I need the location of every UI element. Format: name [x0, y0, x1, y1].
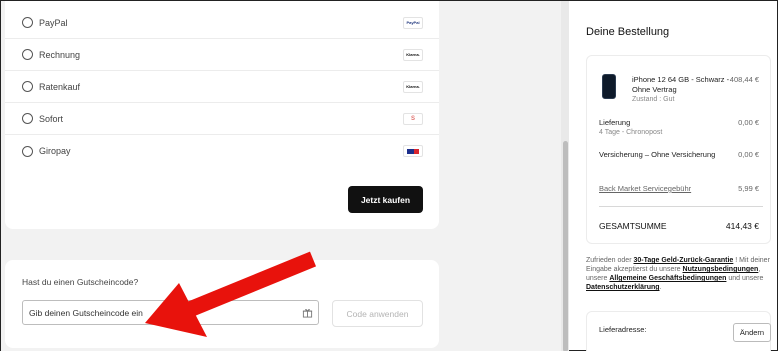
radio-ratenkauf[interactable] [22, 81, 33, 92]
shipping-label: Lieferung [599, 118, 631, 127]
legal-text-part: und unsere [726, 275, 764, 282]
paypal-logo-icon: PayPal [403, 16, 423, 29]
payment-option-label: Sofort [39, 113, 64, 124]
payment-option-label: Ratenkauf [39, 81, 81, 92]
product-image [602, 74, 616, 99]
order-title: Deine Bestellung [586, 26, 670, 38]
terms-of-use-link[interactable]: Nutzungsbedingungen [683, 266, 759, 273]
klarna-logo-icon: Klarna. [403, 48, 423, 61]
red-arrow-annotation [145, 251, 317, 337]
legal-text-part: Zufrieden oder [586, 257, 634, 264]
change-address-button[interactable]: Ändern [733, 323, 771, 342]
radio-giropay[interactable] [22, 145, 33, 157]
apply-code-button[interactable]: Code anwenden [332, 300, 423, 327]
delivery-address-card: Lieferadresse: Ändern [586, 311, 771, 351]
summary-divider [599, 206, 763, 207]
shipping-method: 4 Tage - Chronopost [599, 129, 663, 136]
product-condition: Zustand : Gut [632, 96, 675, 103]
radio-sofort[interactable] [22, 113, 33, 124]
payment-option-paypal[interactable]: PayPal PayPal [5, 7, 439, 39]
payment-methods-card: PayPal PayPal Rechnung Klarna. Ratenkauf… [5, 1, 439, 229]
payment-option-giropay[interactable]: Giropay [5, 135, 439, 167]
voucher-question: Hast du einen Gutscheincode? [22, 277, 139, 287]
radio-paypal[interactable] [22, 17, 33, 28]
scrollbar-thumb[interactable] [563, 141, 568, 351]
radio-rechnung[interactable] [22, 49, 33, 60]
payment-option-ratenkauf[interactable]: Ratenkauf Klarna. [5, 71, 439, 103]
delivery-address-label: Lieferadresse: [599, 325, 647, 334]
product-price: 408,44 € [729, 75, 759, 84]
payment-option-sofort[interactable]: Sofort S [5, 103, 439, 135]
total-label: GESAMTSUMME [599, 221, 667, 231]
sofort-logo-icon: S [403, 112, 423, 125]
total-price: 414,43 € [725, 221, 759, 231]
service-fee-price: 5,99 € [738, 184, 759, 193]
klarna-logo-icon: Klarna. [403, 80, 423, 93]
payment-option-label: Rechnung [39, 49, 81, 60]
service-fee-link[interactable]: Back Market Servicegebühr [599, 184, 691, 193]
legal-text: Zufrieden oder 30-Tage Geld-Zurück-Garan… [586, 256, 776, 292]
privacy-policy-link[interactable]: Datenschutzerklärung [586, 284, 660, 291]
legal-text-part: . [659, 284, 662, 291]
insurance-label: Versicherung – Ohne Versicherung [599, 150, 716, 159]
shipping-price: 0,00 € [738, 118, 759, 127]
payment-option-rechnung[interactable]: Rechnung Klarna. [5, 39, 439, 71]
money-back-guarantee-link[interactable]: 30-Tage Geld-Zurück-Garantie [633, 257, 733, 264]
giropay-logo-icon [403, 145, 423, 157]
order-summary-card: iPhone 12 64 GB - Schwarz - Ohne Vertrag… [586, 55, 771, 244]
product-name: iPhone 12 64 GB - Schwarz - Ohne Vertrag [632, 75, 730, 94]
payment-option-label: Giropay [39, 146, 71, 156]
payment-option-label: PayPal [39, 17, 68, 28]
general-terms-link[interactable]: Allgemeine Geschäftsbedingungen [609, 275, 726, 282]
insurance-price: 0,00 € [738, 150, 759, 159]
buy-now-button[interactable]: Jetzt kaufen [348, 186, 423, 213]
